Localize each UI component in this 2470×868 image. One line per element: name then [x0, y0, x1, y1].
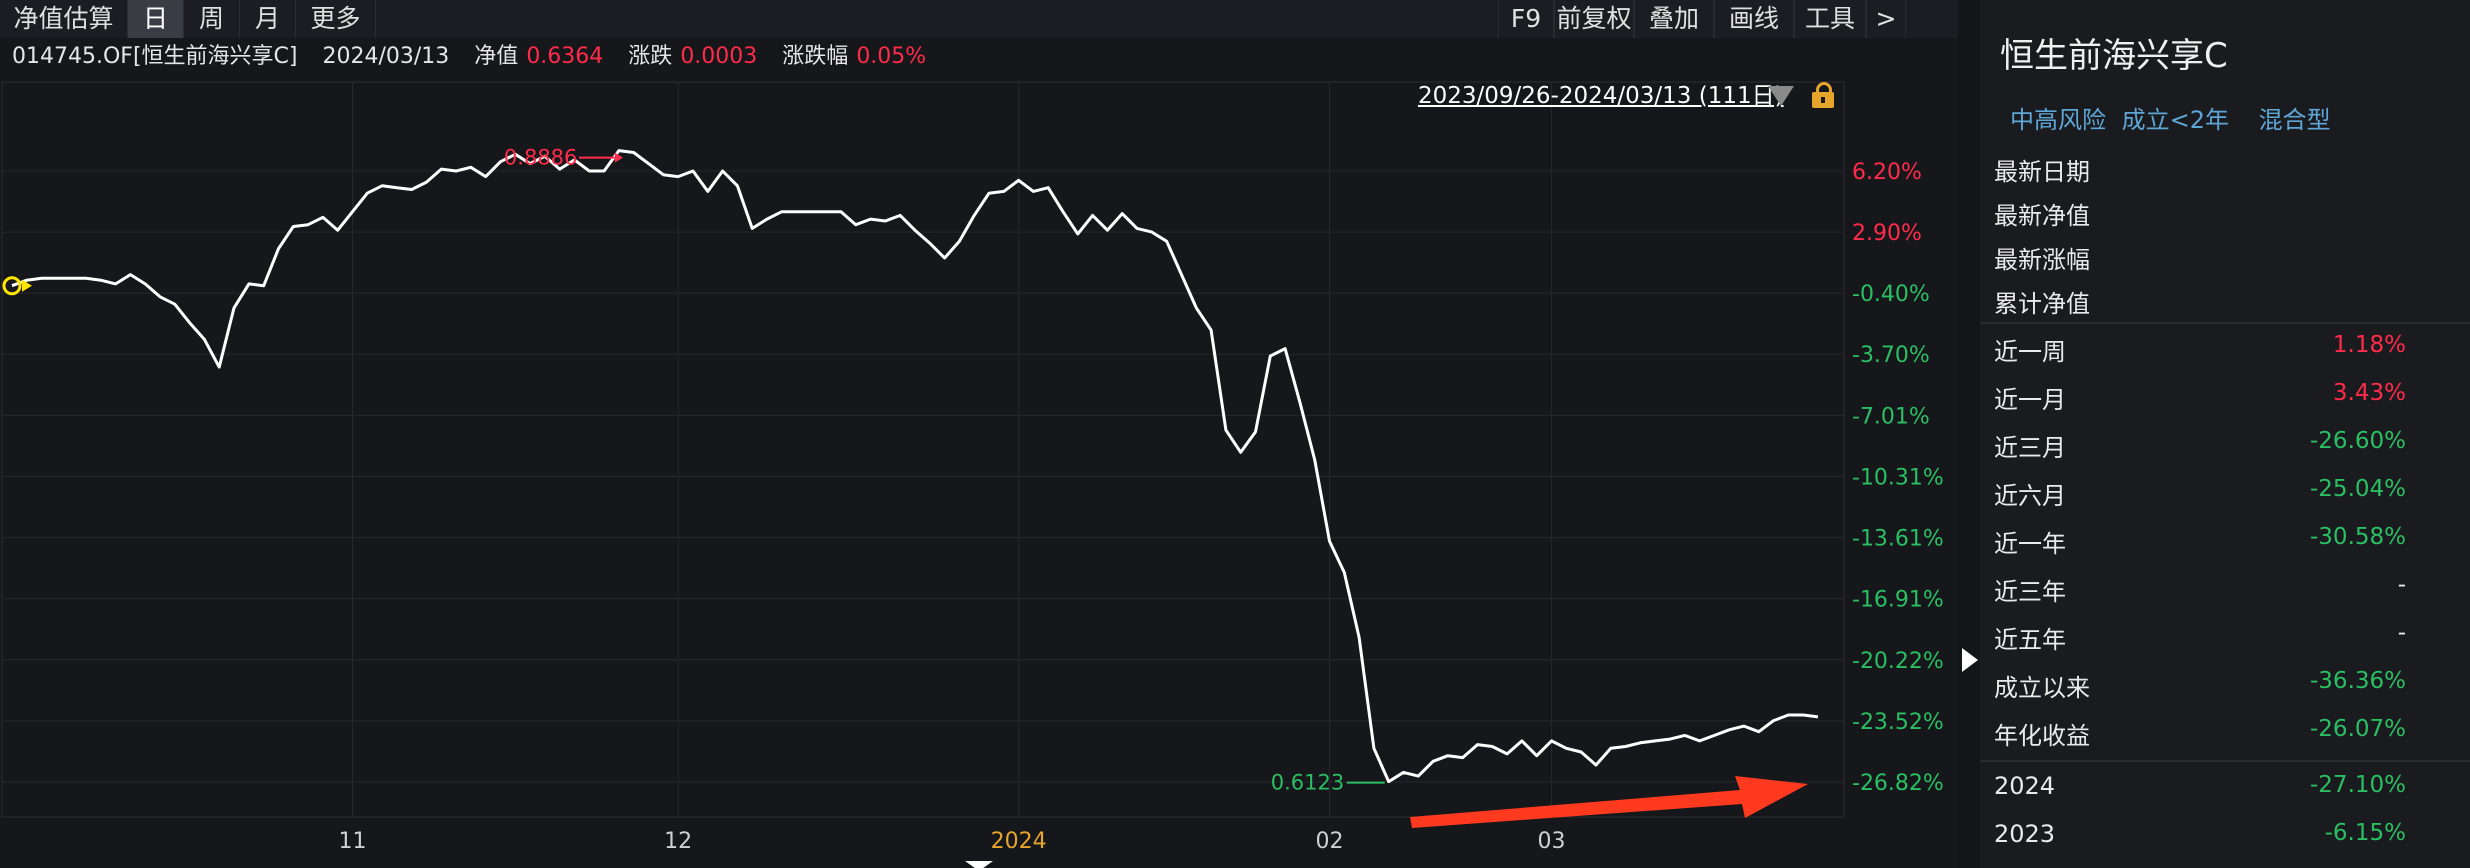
nav-series-line — [11, 149, 1819, 784]
y-tick-label: -7.01% — [1852, 404, 1930, 429]
return-value-4: -30.58% — [2310, 524, 2406, 550]
return-label-6: 近五年 — [1994, 626, 2066, 654]
return-label-4: 近一年 — [1994, 530, 2066, 558]
return-value-1: 3.43% — [2332, 380, 2406, 406]
plot-frame — [1, 81, 1845, 818]
toolbar-right-btn-2[interactable]: 叠加 — [1634, 0, 1714, 38]
change-value: 0.0003 — [680, 44, 758, 69]
age-tag: 成立<2年 — [2121, 106, 2230, 134]
year-label-1: 2023 — [1994, 820, 2056, 848]
max-value-label: 0.8886 — [504, 146, 577, 170]
chart-toolbar: 净值估算日周月更多 F9 前复权 叠加 画线 工具 > — [0, 0, 1958, 39]
change-label: 涨跌 — [628, 44, 673, 69]
pct-value: 0.05% — [856, 44, 927, 69]
x-tick-label: 03 — [1538, 829, 1566, 854]
nav-line-chart[interactable]: 6.20% 2.90% -0.40% -3.70% -7.01% -10.31% -13.6… — [0, 76, 1958, 868]
y-tick-label: -3.70% — [1852, 343, 1930, 368]
panel-divider — [1958, 0, 1980, 868]
x-tick-label: 2024 — [991, 829, 1047, 854]
toolbar-btn-1[interactable]: 日 — [128, 0, 184, 38]
return-label-5: 近三年 — [1994, 578, 2066, 606]
range-dropdown-icon[interactable] — [1768, 86, 1794, 106]
return-value-2: -26.60% — [2310, 428, 2406, 454]
return-value-5: - — [2397, 572, 2406, 598]
return-label-8: 年化收益 — [1994, 722, 2090, 750]
scroll-marker-icon — [965, 861, 993, 868]
nav-label: 净值 — [474, 44, 519, 69]
min-value-label: 0.6123 — [1271, 771, 1344, 795]
toolbar-right-btn-0[interactable]: F9 — [1498, 0, 1554, 38]
field-label-1: 最新净值 — [1994, 202, 2090, 230]
return-value-7: -36.36% — [2310, 668, 2406, 694]
x-tick-label: 02 — [1315, 829, 1343, 854]
y-tick-label: -20.22% — [1852, 649, 1944, 674]
x-tick-label: 11 — [338, 829, 366, 854]
fund-tags: 中高风险 成立<2年 混合型 — [2010, 100, 2331, 135]
y-tick-label: -13.61% — [1852, 527, 1944, 552]
toolbar-right-btn-5[interactable]: > — [1866, 0, 1906, 38]
year-value-1: -6.15% — [2324, 820, 2406, 846]
return-label-7: 成立以来 — [1994, 674, 2090, 702]
nav-value: 0.6364 — [526, 44, 604, 69]
fund-name-title: 恒生前海兴享C — [2000, 36, 2228, 76]
trend-arrow — [1410, 776, 1808, 828]
y-tick-label: 2.90% — [1852, 221, 1922, 246]
toolbar-btn-0[interactable]: 净值估算 — [0, 0, 128, 38]
return-label-3: 近六月 — [1994, 482, 2066, 510]
fund-info-panel: 恒生前海兴享C 中高风险 成立<2年 混合型 最新日期 最新净值 最新涨幅 累计净值 … — [1980, 0, 2470, 868]
panel-separator-2 — [1980, 760, 2470, 762]
year-label-0: 2024 — [1994, 772, 2056, 800]
return-value-3: -25.04% — [2310, 476, 2406, 502]
y-tick-label: -26.82% — [1852, 771, 1944, 796]
x-tick-label: 12 — [664, 829, 692, 854]
return-value-0: 1.18% — [2332, 332, 2406, 358]
toolbar-btn-2[interactable]: 周 — [184, 0, 240, 38]
y-tick-label: -23.52% — [1852, 710, 1944, 735]
toolbar-right-btn-1[interactable]: 前复权 — [1554, 0, 1634, 38]
year-value-0: -27.10% — [2310, 772, 2406, 798]
quote-info-bar: 014745.OF[恒生前海兴享C] 2024/03/13 净值 0.6364 涨… — [0, 38, 1958, 76]
fund-code: 014745.OF[恒生前海兴享C] — [12, 44, 298, 69]
toolbar-right-btn-3[interactable]: 画线 — [1714, 0, 1794, 38]
toolbar-btn-3[interactable]: 月 — [240, 0, 296, 38]
risk-tag: 中高风险 — [2010, 106, 2106, 134]
return-value-6: - — [2397, 620, 2406, 646]
y-tick-label: -16.91% — [1852, 588, 1944, 613]
return-label-0: 近一周 — [1994, 338, 2066, 366]
y-tick-label: -10.31% — [1852, 466, 1944, 491]
field-label-2: 最新涨幅 — [1994, 246, 2090, 274]
y-tick-label: -0.40% — [1852, 282, 1930, 307]
field-label-3: 累计净值 — [1994, 290, 2090, 318]
return-label-2: 近三月 — [1994, 434, 2066, 462]
type-tag: 混合型 — [2258, 106, 2331, 134]
date-range-selector[interactable]: 2023/09/26-2024/03/13 (111日) — [1418, 80, 1784, 112]
max-pointer-head — [614, 152, 623, 163]
collapse-arrow-icon[interactable] — [1962, 648, 1978, 672]
quote-date: 2024/03/13 — [322, 44, 450, 69]
return-label-1: 近一月 — [1994, 386, 2066, 414]
pct-label: 涨跌幅 — [782, 44, 849, 69]
return-value-8: -26.07% — [2310, 716, 2406, 742]
start-marker — [2, 276, 22, 296]
toolbar-btn-4[interactable]: 更多 — [296, 0, 376, 38]
y-tick-label: 6.20% — [1852, 160, 1922, 185]
panel-separator — [1980, 322, 2470, 324]
toolbar-right-btn-4[interactable]: 工具 — [1794, 0, 1866, 38]
field-label-0: 最新日期 — [1994, 158, 2090, 186]
lock-icon[interactable] — [1812, 82, 1834, 108]
